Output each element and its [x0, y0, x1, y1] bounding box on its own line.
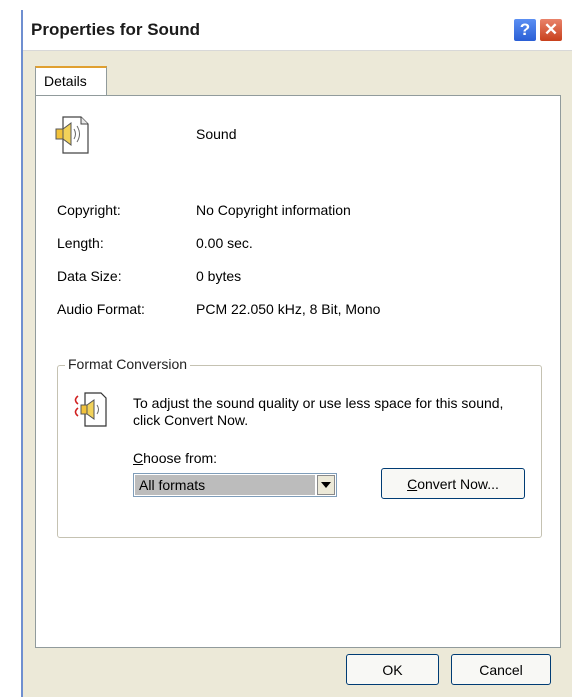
choose-from-accel: C — [133, 450, 144, 466]
convert-now-label: Convert Now... — [407, 476, 499, 492]
properties-dialog: Properties for Sound ? ✕ Details Sound C… — [21, 10, 572, 697]
ok-label: OK — [382, 661, 403, 678]
dropdown-arrow-glyph — [321, 482, 331, 488]
copyright-value: No Copyright information — [196, 202, 351, 218]
tab-details-label: Details — [44, 73, 87, 89]
title-bar[interactable]: Properties for Sound ? ✕ — [23, 10, 572, 51]
cancel-label: Cancel — [479, 661, 523, 678]
help-button[interactable]: ? — [513, 18, 537, 42]
format-conversion-group: Format Conversion To adjust the sound qu… — [57, 356, 542, 538]
details-panel: Sound Copyright: No Copyright informatio… — [35, 95, 561, 648]
close-button[interactable]: ✕ — [539, 18, 563, 42]
audio-format-value: PCM 22.050 kHz, 8 Bit, Mono — [196, 301, 381, 317]
data-size-label: Data Size: — [57, 268, 122, 284]
audio-format-label: Audio Format: — [57, 301, 145, 317]
length-label: Length: — [57, 235, 104, 251]
tab-details[interactable]: Details — [35, 66, 107, 96]
convert-now-accel: C — [407, 475, 418, 492]
convert-now-button[interactable]: Convert Now... — [381, 468, 525, 499]
choose-from-label: Choose from: — [133, 450, 217, 466]
file-name: Sound — [196, 126, 237, 142]
format-select-value: All formats — [135, 475, 315, 495]
cancel-button[interactable]: Cancel — [451, 654, 551, 685]
speaker-document-icon — [55, 116, 89, 154]
help-icon: ? — [519, 20, 531, 39]
choose-from-rest: hoose from: — [143, 450, 218, 466]
close-icon: ✕ — [543, 20, 559, 39]
convert-arrows-icon — [74, 392, 107, 427]
ok-button[interactable]: OK — [346, 654, 439, 685]
format-conversion-title: Format Conversion — [65, 356, 191, 372]
conversion-description: To adjust the sound quality or use less … — [133, 395, 504, 428]
data-size-value: 0 bytes — [196, 268, 242, 284]
copyright-label: Copyright: — [57, 202, 121, 218]
convert-now-rest: onvert Now... — [417, 475, 499, 492]
window-title: Properties for Sound — [31, 20, 201, 39]
length-value: 0.00 sec. — [196, 235, 253, 251]
format-select[interactable]: All formats — [133, 473, 337, 497]
chevron-down-icon[interactable] — [317, 475, 335, 495]
